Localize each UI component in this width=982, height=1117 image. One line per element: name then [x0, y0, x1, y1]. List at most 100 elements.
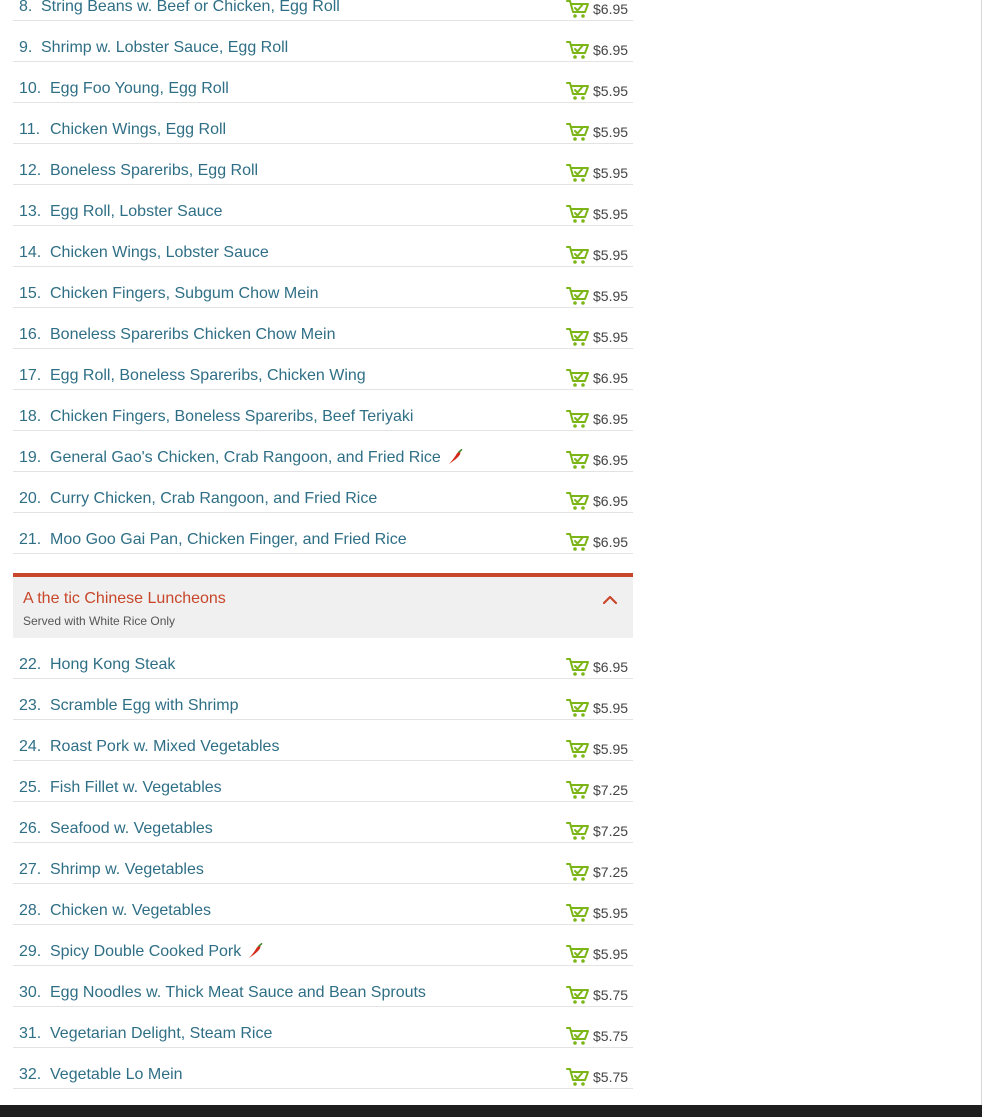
item-name[interactable]: Vegetarian Delight, Steam Rice — [50, 1025, 272, 1043]
menu-item-row[interactable]: 29. Spicy Double Cooked Pork $5.95 — [13, 925, 633, 966]
shopping-cart-icon[interactable] — [566, 0, 590, 19]
item-name[interactable]: Shrimp w. Vegetables — [50, 861, 204, 879]
shopping-cart-icon[interactable] — [566, 862, 590, 882]
shopping-cart-icon[interactable] — [566, 491, 590, 511]
item-number: 12. — [19, 162, 42, 179]
menu-item-row[interactable]: 21. Moo Goo Gai Pan, Chicken Finger, and… — [13, 513, 633, 554]
item-name[interactable]: Curry Chicken, Crab Rangoon, and Fried R… — [50, 490, 377, 508]
item-name[interactable]: Seafood w. Vegetables — [50, 820, 213, 838]
item-price: $5.75 — [593, 1028, 629, 1044]
item-name[interactable]: General Gao's Chicken, Crab Rangoon, and… — [50, 449, 463, 467]
shopping-cart-icon[interactable] — [566, 286, 590, 306]
menu-item-row[interactable]: 12. Boneless Spareribs, Egg Roll $5.95 — [13, 144, 633, 185]
section-title: A the tic Chinese Luncheons — [23, 590, 226, 607]
shopping-cart-icon[interactable] — [566, 821, 590, 841]
shopping-cart-icon[interactable] — [566, 40, 590, 60]
menu-item-row[interactable]: 30. Egg Noodles w. Thick Meat Sauce and … — [13, 966, 633, 1007]
item-number: 26. — [19, 820, 42, 837]
item-name[interactable]: Vegetable Lo Mein — [50, 1066, 183, 1084]
shopping-cart-icon[interactable] — [566, 122, 590, 142]
menu-item-row[interactable]: 22. Hong Kong Steak $6.95 — [13, 638, 633, 679]
shopping-cart-icon[interactable] — [566, 245, 590, 265]
shopping-cart-icon[interactable] — [566, 657, 590, 677]
item-name[interactable]: String Beans w. Beef or Chicken, Egg Rol… — [41, 0, 340, 16]
item-name[interactable]: Spicy Double Cooked Pork — [50, 943, 263, 961]
item-price: $5.95 — [593, 124, 629, 140]
item-number: 10. — [19, 80, 42, 97]
item-name[interactable]: Chicken Fingers, Subgum Chow Mein — [50, 285, 319, 303]
item-number: 32. — [19, 1066, 42, 1083]
shopping-cart-icon[interactable] — [566, 1067, 590, 1087]
item-name[interactable]: Egg Roll, Boneless Spareribs, Chicken Wi… — [50, 367, 366, 385]
item-name[interactable]: Egg Foo Young, Egg Roll — [50, 80, 229, 98]
item-number: 27. — [19, 861, 42, 878]
menu-item-row[interactable]: 8. String Beans w. Beef or Chicken, Egg … — [13, 0, 633, 21]
menu-item-row[interactable]: 28. Chicken w. Vegetables $5.95 — [13, 884, 633, 925]
shopping-cart-icon[interactable] — [566, 368, 590, 388]
shopping-cart-icon[interactable] — [566, 944, 590, 964]
item-name[interactable]: Egg Noodles w. Thick Meat Sauce and Bean… — [50, 984, 426, 1002]
menu-item-row[interactable]: 9. Shrimp w. Lobster Sauce, Egg Roll $6.… — [13, 21, 633, 62]
menu-item-row[interactable]: 10. Egg Foo Young, Egg Roll $5.95 — [13, 62, 633, 103]
item-name[interactable]: Moo Goo Gai Pan, Chicken Finger, and Fri… — [50, 531, 407, 549]
item-price: $6.95 — [593, 659, 629, 675]
shopping-cart-icon[interactable] — [566, 698, 590, 718]
luncheon-items: 22. Hong Kong Steak $6.95 23. Scramble E… — [13, 638, 633, 1089]
item-price: $5.95 — [593, 206, 629, 222]
menu-item-row[interactable]: 15. Chicken Fingers, Subgum Chow Mein $5… — [13, 267, 633, 308]
item-name[interactable]: Egg Roll, Lobster Sauce — [50, 203, 223, 221]
menu-item-row[interactable]: 27. Shrimp w. Vegetables $7.25 — [13, 843, 633, 884]
menu-item-row[interactable]: 13. Egg Roll, Lobster Sauce $5.95 — [13, 185, 633, 226]
menu-item-row[interactable]: 26. Seafood w. Vegetables $7.25 — [13, 802, 633, 843]
item-price: $5.95 — [593, 165, 629, 181]
item-number: 22. — [19, 656, 42, 673]
item-number: 25. — [19, 779, 42, 796]
shopping-cart-icon[interactable] — [566, 739, 590, 759]
item-name[interactable]: Chicken Fingers, Boneless Spareribs, Bee… — [50, 408, 413, 426]
item-name[interactable]: Hong Kong Steak — [50, 656, 175, 674]
item-number: 23. — [19, 697, 42, 714]
shopping-cart-icon[interactable] — [566, 1026, 590, 1046]
menu-item-row[interactable]: 19. General Gao's Chicken, Crab Rangoon,… — [13, 431, 633, 472]
combo-items: 8. String Beans w. Beef or Chicken, Egg … — [13, 0, 633, 554]
item-price: $7.25 — [593, 823, 629, 839]
shopping-cart-icon[interactable] — [566, 204, 590, 224]
item-price: $5.95 — [593, 946, 629, 962]
menu-item-row[interactable]: 24. Roast Pork w. Mixed Vegetables $5.95 — [13, 720, 633, 761]
shopping-cart-icon[interactable] — [566, 532, 590, 552]
item-name[interactable]: Chicken Wings, Lobster Sauce — [50, 244, 269, 262]
chevron-up-icon[interactable] — [602, 593, 618, 605]
menu-item-row[interactable]: 31. Vegetarian Delight, Steam Rice $5.75 — [13, 1007, 633, 1048]
item-number: 20. — [19, 490, 42, 507]
item-name[interactable]: Fish Fillet w. Vegetables — [50, 779, 222, 797]
item-name[interactable]: Boneless Spareribs Chicken Chow Mein — [50, 326, 335, 344]
chili-pepper-icon — [249, 943, 263, 958]
shopping-cart-icon[interactable] — [566, 780, 590, 800]
shopping-cart-icon[interactable] — [566, 985, 590, 1005]
menu-item-row[interactable]: 16. Boneless Spareribs Chicken Chow Mein… — [13, 308, 633, 349]
menu-item-row[interactable]: 20. Curry Chicken, Crab Rangoon, and Fri… — [13, 472, 633, 513]
menu-item-row[interactable]: 17. Egg Roll, Boneless Spareribs, Chicke… — [13, 349, 633, 390]
item-price: $5.95 — [593, 741, 629, 757]
shopping-cart-icon[interactable] — [566, 903, 590, 923]
shopping-cart-icon[interactable] — [566, 327, 590, 347]
shopping-cart-icon[interactable] — [566, 163, 590, 183]
item-name[interactable]: Chicken w. Vegetables — [50, 902, 211, 920]
menu-item-row[interactable]: 32. Vegetable Lo Mein $5.75 — [13, 1048, 633, 1089]
item-name[interactable]: Shrimp w. Lobster Sauce, Egg Roll — [41, 39, 288, 57]
menu-item-row[interactable]: 11. Chicken Wings, Egg Roll $5.95 — [13, 103, 633, 144]
item-name[interactable]: Chicken Wings, Egg Roll — [50, 121, 226, 139]
shopping-cart-icon[interactable] — [566, 450, 590, 470]
shopping-cart-icon[interactable] — [566, 81, 590, 101]
shopping-cart-icon[interactable] — [566, 409, 590, 429]
section-header-luncheons[interactable]: A the tic Chinese Luncheons Served with … — [13, 573, 633, 638]
item-price: $5.95 — [593, 247, 629, 263]
menu-item-row[interactable]: 18. Chicken Fingers, Boneless Spareribs,… — [13, 390, 633, 431]
item-name[interactable]: Scramble Egg with Shrimp — [50, 697, 239, 715]
section-subtitle: Served with White Rice Only — [23, 614, 176, 628]
menu-item-row[interactable]: 25. Fish Fillet w. Vegetables $7.25 — [13, 761, 633, 802]
item-name[interactable]: Roast Pork w. Mixed Vegetables — [50, 738, 279, 756]
item-name[interactable]: Boneless Spareribs, Egg Roll — [50, 162, 258, 180]
menu-item-row[interactable]: 14. Chicken Wings, Lobster Sauce $5.95 — [13, 226, 633, 267]
menu-item-row[interactable]: 23. Scramble Egg with Shrimp $5.95 — [13, 679, 633, 720]
